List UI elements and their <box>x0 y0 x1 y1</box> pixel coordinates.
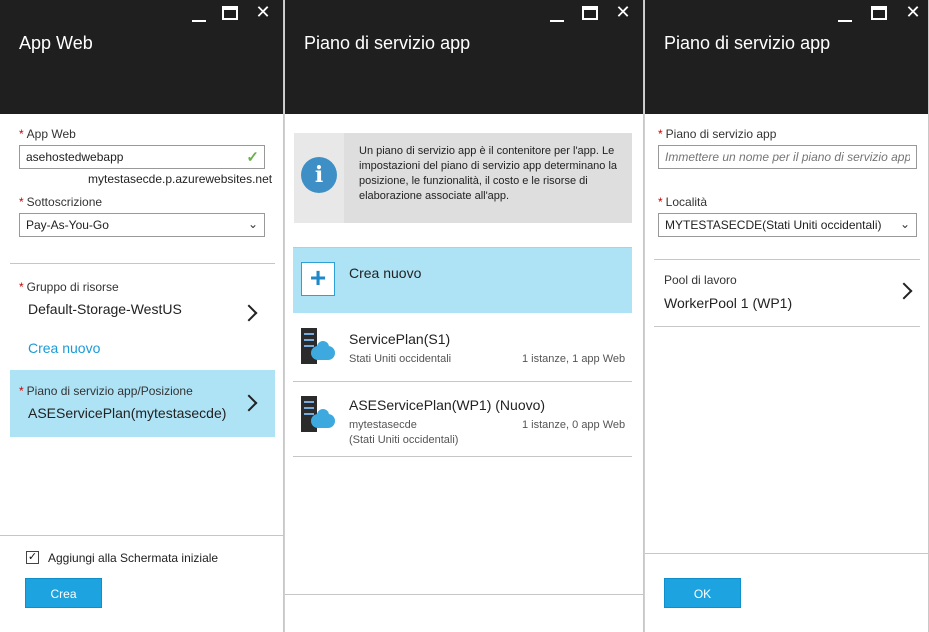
create-new-plan-row[interactable]: + Crea nuovo <box>293 247 632 313</box>
plus-icon: + <box>301 262 335 296</box>
app-service-plan-list-blade: ✕ Piano di servizio app i Un piano di se… <box>285 0 644 632</box>
app-service-plan-icon <box>299 396 337 434</box>
plan-location: (Stati Uniti occidentali) <box>349 434 459 446</box>
app-name-label-text: App Web <box>26 127 76 141</box>
divider <box>654 259 920 260</box>
blade-header: ✕ App Web <box>0 0 283 114</box>
ok-button[interactable]: OK <box>664 578 741 608</box>
location-label-text: Località <box>665 195 708 209</box>
subscription-label-text: Sottoscrizione <box>26 195 103 209</box>
app-service-plan-label: * Piano di servizio app/Posizione <box>19 384 193 398</box>
app-service-plan-row[interactable]: * Piano di servizio app/Posizione ASEServ… <box>10 370 275 437</box>
blade-title: Piano di servizio app <box>664 33 831 53</box>
info-icon: i <box>301 157 337 193</box>
chevron-right-icon <box>240 304 258 322</box>
blade-header: ✕ Piano di servizio app <box>285 0 643 114</box>
subscription-dropdown[interactable]: Pay-As-You-Go ⌄ <box>19 213 265 237</box>
plan-ase-name: mytestasecde <box>349 419 417 431</box>
resource-group-label: * Gruppo di risorse <box>19 280 119 294</box>
chevron-right-icon <box>895 282 913 300</box>
maximize-icon[interactable] <box>582 6 598 20</box>
app-web-blade: ✕ App Web * App Web asehostedwebapp ✓ myt… <box>0 0 284 632</box>
pin-to-dashboard-label: Aggiungi alla Schermata iniziale <box>48 551 219 565</box>
resource-group-label-text: Gruppo di risorse <box>26 280 119 294</box>
create-new-label: Crea nuovo <box>349 265 422 281</box>
minimize-icon[interactable] <box>550 8 564 22</box>
create-button[interactable]: Crea <box>25 578 102 608</box>
divider <box>293 381 632 382</box>
close-icon[interactable]: ✕ <box>253 3 273 23</box>
plan-location: Stati Uniti occidentali <box>349 353 452 365</box>
location-dropdown[interactable]: MYTESTASECDE(Stati Uniti occidentali) ⌄ <box>658 213 917 237</box>
divider <box>0 535 283 536</box>
chevron-down-icon: ⌄ <box>247 217 258 231</box>
blade-title: Piano di servizio app <box>304 33 471 53</box>
maximize-icon[interactable] <box>871 6 887 20</box>
location-value: MYTESTASECDE(Stati Uniti occidentali) <box>665 218 882 232</box>
chevron-right-icon <box>240 394 258 412</box>
minimize-icon[interactable] <box>192 8 206 22</box>
check-icon: ✓ <box>246 149 259 166</box>
app-service-plan-label-text: Piano di servizio app/Posizione <box>26 384 193 398</box>
divider <box>285 594 643 595</box>
subscription-label: * Sottoscrizione <box>19 195 103 209</box>
plan-name: ServicePlan(S1) <box>349 331 451 347</box>
worker-pool-value: WorkerPool 1 (WP1) <box>664 295 793 311</box>
plan-name-label-text: Piano di servizio app <box>665 127 777 141</box>
info-text: Un piano di servizio app è il contenitor… <box>359 145 618 202</box>
plan-name: ASEServicePlan(WP1) (Nuovo) <box>349 397 546 413</box>
blade-header: ✕ Piano di servizio app <box>645 0 928 114</box>
app-name-value: asehostedwebapp <box>26 150 124 164</box>
subscription-value: Pay-As-You-Go <box>26 218 109 232</box>
pin-to-dashboard-checkbox[interactable]: ✓ <box>26 551 39 564</box>
chevron-down-icon: ⌄ <box>899 217 910 231</box>
resource-group-value: Default-Storage-WestUS <box>28 301 182 317</box>
plan-info: 1 istanze, 1 app Web <box>522 353 626 365</box>
app-service-plan-icon <box>299 328 337 366</box>
plan-name-input[interactable] <box>658 145 917 169</box>
maximize-icon[interactable] <box>222 6 238 20</box>
divider <box>645 553 928 554</box>
plan-info: 1 istanze, 0 app Web <box>522 419 626 431</box>
app-service-plan-value: ASEServicePlan(mytestasecde) <box>28 405 227 421</box>
close-icon[interactable]: ✕ <box>613 3 633 23</box>
blade-title: App Web <box>19 33 93 53</box>
create-new-resource-group-link[interactable]: Crea nuovo <box>28 340 100 356</box>
divider <box>293 456 632 457</box>
app-domain: mytestasecde.p.azurewebsites.net <box>88 172 273 186</box>
divider <box>10 263 275 264</box>
app-name-field[interactable]: asehostedwebapp ✓ <box>19 145 265 169</box>
app-name-label: * App Web <box>19 127 76 141</box>
minimize-icon[interactable] <box>838 8 852 22</box>
info-box: i Un piano di servizio app è il contenit… <box>294 133 632 223</box>
worker-pool-label: Pool di lavoro <box>664 273 737 287</box>
divider <box>654 326 920 327</box>
plan-name-label: * Piano di servizio app <box>658 127 777 141</box>
new-app-service-plan-blade: ✕ Piano di servizio app * Piano di serviz… <box>645 0 929 632</box>
close-icon[interactable]: ✕ <box>903 3 923 23</box>
location-label: * Località <box>658 195 708 209</box>
